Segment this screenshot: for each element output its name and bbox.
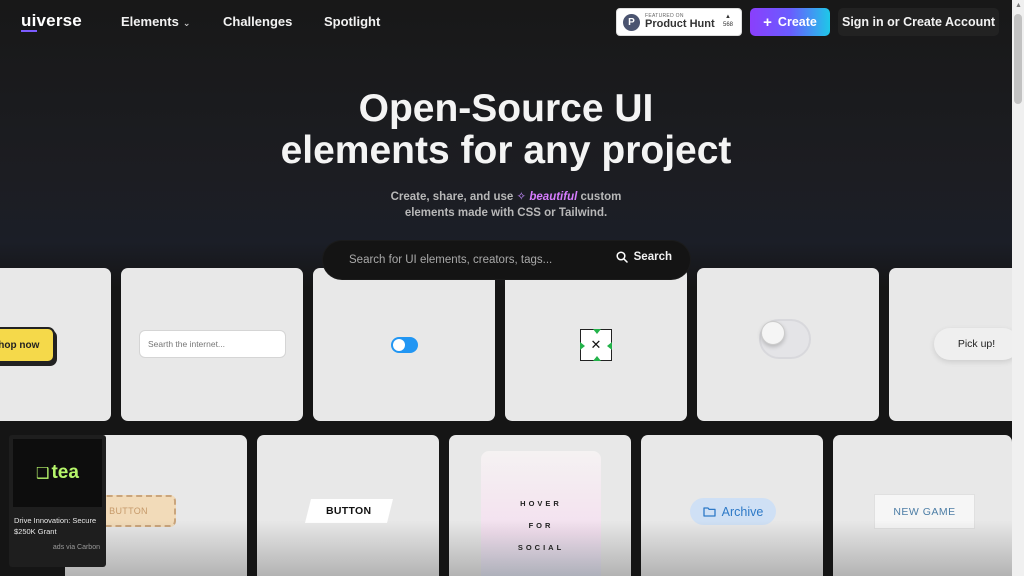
create-label: Create	[777, 15, 817, 29]
ad-via-carbon[interactable]: ads via Carbon	[53, 544, 100, 551]
product-hunt-badge[interactable]: P FEATURED ON Product Hunt ▲ 568	[616, 8, 742, 36]
element-card-archive[interactable]: Archive	[641, 435, 823, 576]
hero-sub-highlight: beautiful	[529, 191, 578, 203]
nav-elements-label: Elements	[121, 14, 179, 29]
search-bar: Search	[323, 241, 690, 279]
skew-button[interactable]: BUTTON	[305, 499, 393, 523]
product-hunt-icon: P	[623, 13, 640, 31]
for-word: FOR	[528, 520, 554, 530]
create-button[interactable]: + Create	[750, 8, 830, 36]
element-card-close-box[interactable]: ≈ ✕	[505, 268, 687, 421]
element-card-skew-button[interactable]: BUTTON	[257, 435, 439, 576]
nav-elements[interactable]: Elements ⌄	[121, 14, 190, 29]
element-card-3d-switch[interactable]	[697, 268, 879, 421]
uiverse-logo[interactable]: uiverse	[21, 11, 82, 32]
green-arrow-right	[607, 342, 612, 350]
logo-ui-text: ui	[21, 11, 37, 32]
hover-social-card[interactable]: HOVER FOR SOCIAL	[481, 451, 601, 576]
hero-title-line2: elements for any project	[280, 129, 732, 172]
logo-verse-text: verse	[36, 11, 82, 30]
product-hunt-vote-count: 568	[722, 22, 733, 28]
product-hunt-name: Product Hunt	[645, 18, 715, 30]
hero-sub-line2: elements made with CSS or Tailwind.	[404, 207, 608, 219]
element-card-search-input[interactable]: Searth the internet...	[121, 268, 303, 421]
element-card-pick-up[interactable]: Pick up!	[889, 268, 1024, 421]
page-scrollbar[interactable]: ▲	[1012, 0, 1024, 576]
search-icon	[616, 251, 628, 263]
close-box-element[interactable]: ✕	[580, 329, 612, 361]
ad-brand: tea	[51, 462, 79, 483]
nav-spotlight[interactable]: Spotlight	[324, 14, 380, 29]
tea-logo-icon: ❑	[36, 465, 50, 482]
element-card-new-game[interactable]: NEW GAME	[833, 435, 1012, 576]
search-input[interactable]	[349, 254, 609, 266]
hero-title: Open-Source UI elements for any project	[0, 88, 1012, 172]
archive-label: Archive	[721, 504, 764, 519]
element-card-shop-now[interactable]: Shop now	[0, 268, 111, 421]
product-hunt-votes: ▲ 568	[723, 13, 733, 29]
archive-button[interactable]: Archive	[690, 498, 776, 525]
upvote-triangle-icon: ▲	[725, 14, 731, 20]
green-arrow-top	[593, 329, 601, 334]
green-arrow-bottom	[593, 356, 601, 361]
sparkle-icon: ✧	[516, 191, 527, 203]
plus-icon: +	[763, 13, 772, 31]
green-arrow-left	[580, 342, 585, 350]
new-game-button[interactable]: NEW GAME	[874, 494, 975, 529]
ad-text[interactable]: Drive Innovation: Secure $250K Grant	[14, 515, 104, 537]
hero-sub-part1: Create, share, and use	[390, 191, 514, 203]
pick-up-button[interactable]: Pick up!	[934, 328, 1019, 360]
scrollbar-thumb[interactable]	[1014, 14, 1022, 104]
neumorphic-switch[interactable]	[759, 319, 811, 359]
search-button[interactable]: Search	[616, 251, 672, 263]
product-hunt-text: FEATURED ON Product Hunt	[645, 14, 715, 30]
shop-now-button[interactable]: Shop now	[0, 327, 55, 363]
search-button-label: Search	[633, 251, 672, 263]
social-word: SOCIAL	[517, 542, 565, 552]
toggle-switch[interactable]	[391, 337, 418, 353]
chevron-down-icon: ⌄	[182, 18, 191, 28]
element-card-hover-social[interactable]: HOVER FOR SOCIAL	[449, 435, 631, 576]
hero-sub-part2: custom	[580, 191, 622, 203]
ad-image[interactable]: ❑ tea	[13, 439, 102, 507]
folder-icon	[703, 507, 716, 517]
close-icon: ✕	[590, 337, 602, 352]
search-internet-input[interactable]: Searth the internet...	[139, 330, 286, 358]
hover-word: HOVER	[520, 498, 562, 508]
element-card-toggle[interactable]	[313, 268, 495, 421]
carbon-ad[interactable]: ❑ tea Drive Innovation: Secure $250K Gra…	[9, 435, 106, 567]
hero-subtitle: Create, share, and use ✧ beautiful custo…	[0, 189, 1012, 221]
hero-title-line1: Open-Source UI	[358, 87, 654, 130]
nav-challenges[interactable]: Challenges	[223, 14, 292, 29]
signin-button[interactable]: Sign in or Create Account	[838, 8, 999, 36]
scroll-up-arrow-icon[interactable]: ▲	[1015, 2, 1022, 9]
skew-button-label: BUTTON	[326, 505, 372, 517]
top-navbar: uiverse Elements ⌄ Challenges Spotlight P…	[0, 0, 1012, 44]
